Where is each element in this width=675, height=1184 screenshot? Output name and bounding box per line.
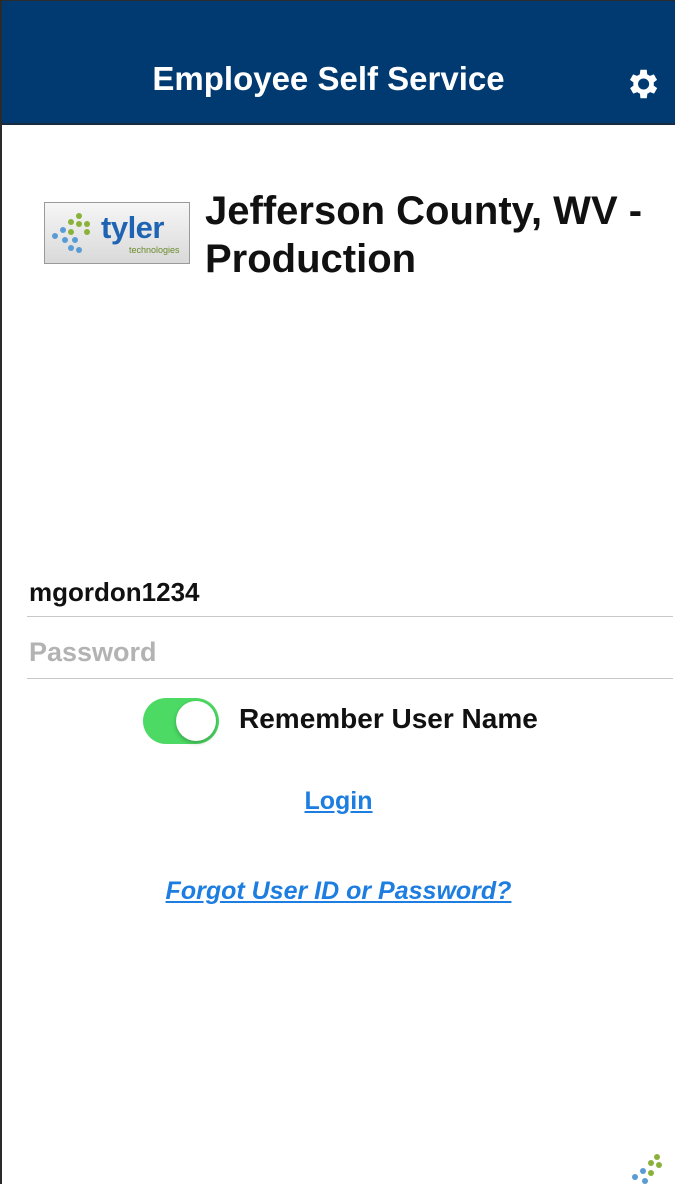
login-link[interactable]: Login — [2, 785, 675, 817]
tyler-logo: tyler technologies — [44, 202, 190, 264]
username-input[interactable] — [27, 569, 673, 617]
app-title: Employee Self Service — [152, 60, 505, 97]
logo-subtext: technologies — [129, 245, 180, 255]
tyler-corner-icon — [632, 1154, 662, 1184]
password-input[interactable] — [27, 627, 673, 679]
tyler-dots-icon — [52, 213, 90, 253]
remember-username-toggle[interactable] — [143, 698, 219, 744]
logo-wordmark: tyler — [101, 210, 164, 245]
forgot-credentials-link[interactable]: Forgot User ID or Password? — [2, 875, 675, 907]
organization-name: Jefferson County, WV - Production — [205, 189, 643, 281]
toggle-knob — [176, 701, 216, 741]
app-screen: Employee Self Service tyler technologies… — [0, 0, 675, 1184]
header-bar: Employee Self Service — [2, 1, 675, 125]
gear-icon[interactable] — [623, 65, 661, 103]
remember-username-label: Remember User Name — [239, 703, 538, 734]
